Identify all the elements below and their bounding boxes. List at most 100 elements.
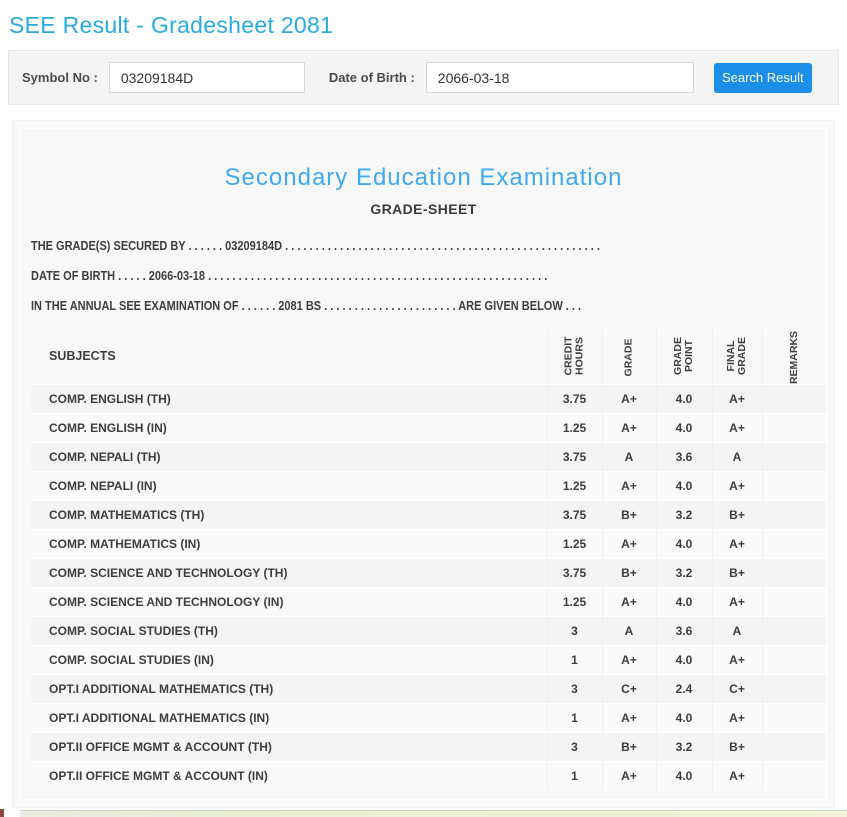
grade-point-cell: 3.6	[655, 615, 712, 645]
credit-cell: 3.75	[546, 383, 602, 413]
remarks-cell	[761, 731, 826, 761]
search-bar: Symbol No : Date of Birth : Search Resul…	[8, 50, 839, 105]
grade-point-cell: 4.0	[655, 412, 712, 442]
grade-point-cell: 4.0	[655, 528, 712, 558]
table-row: COMP. ENGLISH (TH) 3.75 A+ 4.0 A+	[31, 383, 826, 413]
final-grade-cell: A+	[711, 412, 762, 442]
grade-cell: B+	[601, 731, 656, 761]
grade-cell: A+	[601, 528, 656, 558]
examination-year-line: IN THE ANNUAL SEE EXAMINATION OF . . . .…	[31, 299, 582, 313]
credit-cell: 1.25	[546, 586, 602, 616]
credit-cell: 3	[546, 673, 602, 703]
col-header-grade-point: GRADE POINT	[655, 329, 712, 385]
date-of-birth-input[interactable]	[425, 62, 694, 93]
grade-point-cell: 3.2	[655, 731, 712, 761]
credit-cell: 3.75	[546, 499, 602, 529]
exam-heading: Secondary Education Examination	[224, 164, 623, 191]
grade-table-header-row: SUBJECTS CREDIT HOURS GRADE GRADE POINT …	[31, 329, 826, 385]
final-grade-cell: B+	[711, 499, 762, 529]
col-header-grade: GRADE	[601, 329, 656, 385]
subject-cell: COMP. SOCIAL STUDIES (IN)	[31, 644, 547, 674]
credit-cell: 1.25	[546, 470, 602, 500]
grade-point-cell: 4.0	[655, 702, 712, 732]
grade-cell: A+	[601, 586, 656, 616]
symbol-no-label: Symbol No :	[22, 70, 98, 85]
bottom-divider-strip	[20, 810, 847, 817]
credit-cell: 3.75	[546, 557, 602, 587]
subject-cell: COMP. SOCIAL STUDIES (TH)	[31, 615, 547, 645]
subject-cell: OPT.II OFFICE MGMT & ACCOUNT (IN)	[31, 760, 547, 790]
gradesheet-panel: Secondary Education Examination GRADE-SH…	[12, 120, 835, 808]
table-row: OPT.I ADDITIONAL MATHEMATICS (IN) 1 A+ 4…	[31, 702, 826, 732]
remarks-cell	[761, 528, 826, 558]
remarks-cell	[761, 470, 826, 500]
table-row: COMP. MATHEMATICS (TH) 3.75 B+ 3.2 B+	[31, 499, 826, 529]
remarks-cell	[761, 760, 826, 790]
grade-cell: A+	[601, 470, 656, 500]
final-grade-cell: B+	[711, 731, 762, 761]
gradesheet-intro-lines: THE GRADE(S) SECURED BY . . . . . . 0320…	[31, 231, 816, 321]
subject-cell: COMP. NEPALI (TH)	[31, 441, 547, 471]
final-grade-cell: A	[711, 441, 762, 471]
subject-cell: COMP. ENGLISH (IN)	[31, 412, 547, 442]
grade-point-cell: 4.0	[655, 760, 712, 790]
col-header-credit-hours: CREDIT HOURS	[546, 329, 602, 385]
final-grade-cell: A+	[711, 644, 762, 674]
symbol-no-input[interactable]	[108, 62, 305, 93]
credit-cell: 1.25	[546, 412, 602, 442]
table-row: OPT.II OFFICE MGMT & ACCOUNT (TH) 3 B+ 3…	[31, 731, 826, 761]
table-row: COMP. SOCIAL STUDIES (TH) 3 A 3.6 A	[31, 615, 826, 645]
final-grade-cell: A+	[711, 702, 762, 732]
grade-point-cell: 3.6	[655, 441, 712, 471]
table-row: COMP. SOCIAL STUDIES (IN) 1 A+ 4.0 A+	[31, 644, 826, 674]
remarks-cell	[761, 412, 826, 442]
col-header-remarks: REMARKS	[761, 329, 826, 385]
remarks-cell	[761, 383, 826, 413]
gradesheet-subheading: GRADE-SHEET	[370, 201, 477, 217]
credit-cell: 3.75	[546, 441, 602, 471]
subject-cell: OPT.II OFFICE MGMT & ACCOUNT (TH)	[31, 731, 547, 761]
grade-cell: B+	[601, 557, 656, 587]
final-grade-cell: A+	[711, 586, 762, 616]
grade-point-cell: 4.0	[655, 383, 712, 413]
final-grade-cell: A+	[711, 760, 762, 790]
subject-cell: OPT.I ADDITIONAL MATHEMATICS (TH)	[31, 673, 547, 703]
table-row: COMP. NEPALI (TH) 3.75 A 3.6 A	[31, 441, 826, 471]
remarks-cell	[761, 673, 826, 703]
grade-cell: A+	[601, 760, 656, 790]
subject-cell: COMP. MATHEMATICS (IN)	[31, 528, 547, 558]
grade-cell: A+	[601, 383, 656, 413]
gradesheet-inner: Secondary Education Examination GRADE-SH…	[20, 128, 827, 800]
final-grade-cell: A+	[711, 470, 762, 500]
grade-cell: B+	[601, 499, 656, 529]
remarks-cell	[761, 644, 826, 674]
col-header-subjects: SUBJECTS	[31, 329, 547, 385]
table-row: COMP. MATHEMATICS (IN) 1.25 A+ 4.0 A+	[31, 528, 826, 558]
grade-cell: A+	[601, 412, 656, 442]
remarks-cell	[761, 557, 826, 587]
grade-table: SUBJECTS CREDIT HOURS GRADE GRADE POINT …	[31, 329, 826, 790]
grade-point-cell: 4.0	[655, 586, 712, 616]
subject-cell: COMP. SCIENCE AND TECHNOLOGY (IN)	[31, 586, 547, 616]
final-grade-cell: A+	[711, 383, 762, 413]
table-row: COMP. SCIENCE AND TECHNOLOGY (TH) 3.75 B…	[31, 557, 826, 587]
final-grade-cell: A	[711, 615, 762, 645]
subject-cell: COMP. SCIENCE AND TECHNOLOGY (TH)	[31, 557, 547, 587]
final-grade-cell: A+	[711, 528, 762, 558]
remarks-cell	[761, 586, 826, 616]
grade-cell: A	[601, 615, 656, 645]
grade-cell: A+	[601, 644, 656, 674]
grade-cell: A+	[601, 702, 656, 732]
credit-cell: 1	[546, 644, 602, 674]
secured-by-line: THE GRADE(S) SECURED BY . . . . . . 0320…	[31, 239, 600, 253]
subject-cell: COMP. NEPALI (IN)	[31, 470, 547, 500]
see-result-page: SEE Result - Gradesheet 2081 Symbol No :…	[0, 0, 847, 817]
table-row: OPT.I ADDITIONAL MATHEMATICS (TH) 3 C+ 2…	[31, 673, 826, 703]
credit-cell: 1	[546, 760, 602, 790]
table-row: COMP. SCIENCE AND TECHNOLOGY (IN) 1.25 A…	[31, 586, 826, 616]
credit-cell: 3	[546, 731, 602, 761]
search-result-button[interactable]: Search Result	[713, 62, 812, 93]
grade-point-cell: 4.0	[655, 470, 712, 500]
remarks-cell	[761, 615, 826, 645]
grade-point-cell: 2.4	[655, 673, 712, 703]
